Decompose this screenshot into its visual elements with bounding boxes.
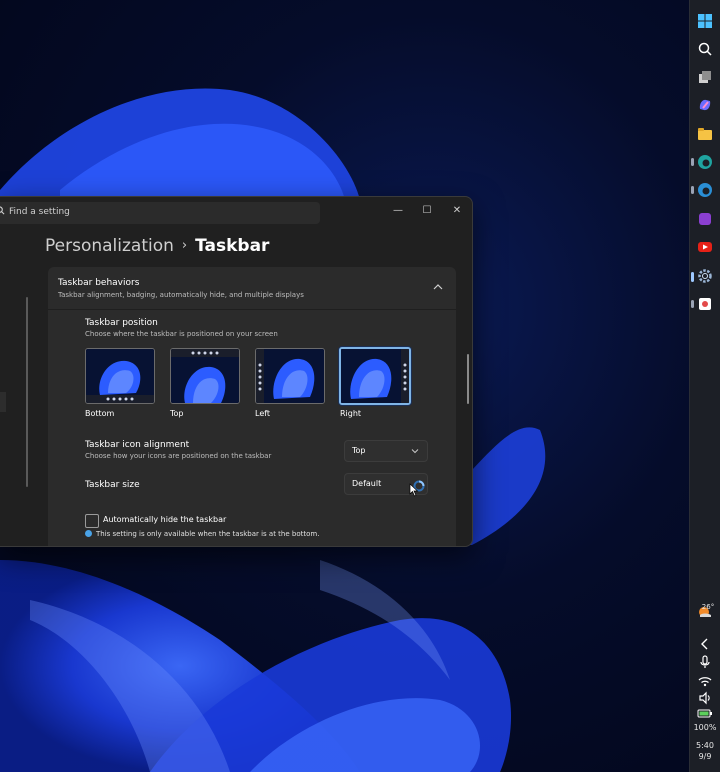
- close-button[interactable]: ✕: [450, 204, 464, 218]
- position-option-bottom[interactable]: [85, 348, 155, 404]
- settings-icon[interactable]: [697, 268, 713, 284]
- breadcrumb-parent[interactable]: Personalization: [45, 236, 174, 256]
- position-label-bottom: Bottom: [85, 409, 115, 418]
- search-icon[interactable]: [697, 41, 713, 57]
- section-title: Taskbar behaviors: [58, 278, 140, 288]
- nav-selected-item[interactable]: [0, 392, 6, 412]
- taskbar: 26° 100% 5:40 9/9: [689, 0, 720, 772]
- taskbar-size-value: Default: [352, 479, 382, 488]
- snipping-tool-icon[interactable]: [697, 296, 713, 312]
- autohide-checkbox[interactable]: [85, 514, 99, 528]
- copilot-icon[interactable]: [697, 97, 713, 113]
- running-indicator: [691, 300, 694, 308]
- running-indicator: [691, 186, 694, 194]
- wifi-icon[interactable]: [697, 673, 713, 689]
- settings-search-input[interactable]: Find a setting: [0, 202, 320, 224]
- clock-date[interactable]: 9/9: [690, 752, 720, 762]
- edge-beta-icon[interactable]: [697, 182, 713, 198]
- microphone-icon[interactable]: [697, 654, 713, 670]
- nav-scrollbar[interactable]: [26, 297, 28, 487]
- position-label-left: Left: [255, 409, 271, 418]
- search-icon: [0, 206, 5, 215]
- icon-alignment-value: Top: [352, 446, 366, 455]
- file-explorer-icon[interactable]: [697, 126, 713, 142]
- chevron-left-icon[interactable]: [697, 636, 713, 652]
- chevron-down-icon: [411, 449, 419, 454]
- edge-icon[interactable]: [697, 154, 713, 170]
- page-title: Taskbar: [195, 236, 270, 256]
- taskbar-behaviors-header[interactable]: Taskbar behaviors Taskbar alignment, bad…: [48, 267, 456, 310]
- taskbar-behaviors-panel: Taskbar behaviors Taskbar alignment, bad…: [48, 267, 456, 546]
- icon-alignment-dropdown[interactable]: Top: [344, 440, 428, 462]
- mouse-cursor-icon: [409, 483, 419, 497]
- panel-scrollbar[interactable]: [467, 354, 469, 404]
- search-placeholder: Find a setting: [9, 207, 70, 217]
- position-label-right: Right: [340, 409, 362, 418]
- chevron-up-icon[interactable]: [432, 281, 444, 293]
- battery-percent: 100%: [693, 723, 717, 732]
- position-option-left[interactable]: [255, 348, 325, 404]
- breadcrumb-separator: ›: [181, 238, 188, 253]
- position-label-top: Top: [170, 409, 184, 418]
- autohide-label: Automatically hide the taskbar: [103, 515, 227, 524]
- maximize-button[interactable]: ☐: [420, 204, 434, 218]
- taskbar-position-label: Taskbar position: [85, 318, 158, 328]
- weather-temperature: 26°: [701, 603, 715, 611]
- icon-alignment-description: Choose how your icons are positioned on …: [85, 452, 272, 460]
- app-icon[interactable]: [697, 211, 713, 227]
- icon-alignment-label: Taskbar icon alignment: [85, 440, 190, 450]
- info-icon: [85, 530, 92, 537]
- autohide-note: This setting is only available when the …: [96, 530, 320, 538]
- section-subtitle: Taskbar alignment, badging, automaticall…: [58, 291, 304, 299]
- youtube-icon[interactable]: [697, 239, 713, 255]
- start-icon[interactable]: [697, 13, 713, 29]
- position-option-right[interactable]: [339, 347, 411, 405]
- battery-icon[interactable]: [697, 708, 713, 718]
- position-option-top[interactable]: [170, 348, 240, 404]
- taskbar-position-description: Choose where the taskbar is positioned o…: [85, 330, 278, 338]
- taskbar-size-label: Taskbar size: [85, 480, 140, 490]
- volume-icon[interactable]: [697, 690, 713, 706]
- active-indicator: [691, 272, 694, 282]
- title-bar: Find a setting — ☐ ✕: [0, 197, 472, 229]
- clock-time[interactable]: 5:40: [690, 741, 720, 751]
- running-indicator: [691, 158, 694, 166]
- breadcrumb: Personalization › Taskbar: [45, 235, 269, 259]
- task-view-icon[interactable]: [697, 69, 713, 85]
- minimize-button[interactable]: —: [391, 204, 405, 218]
